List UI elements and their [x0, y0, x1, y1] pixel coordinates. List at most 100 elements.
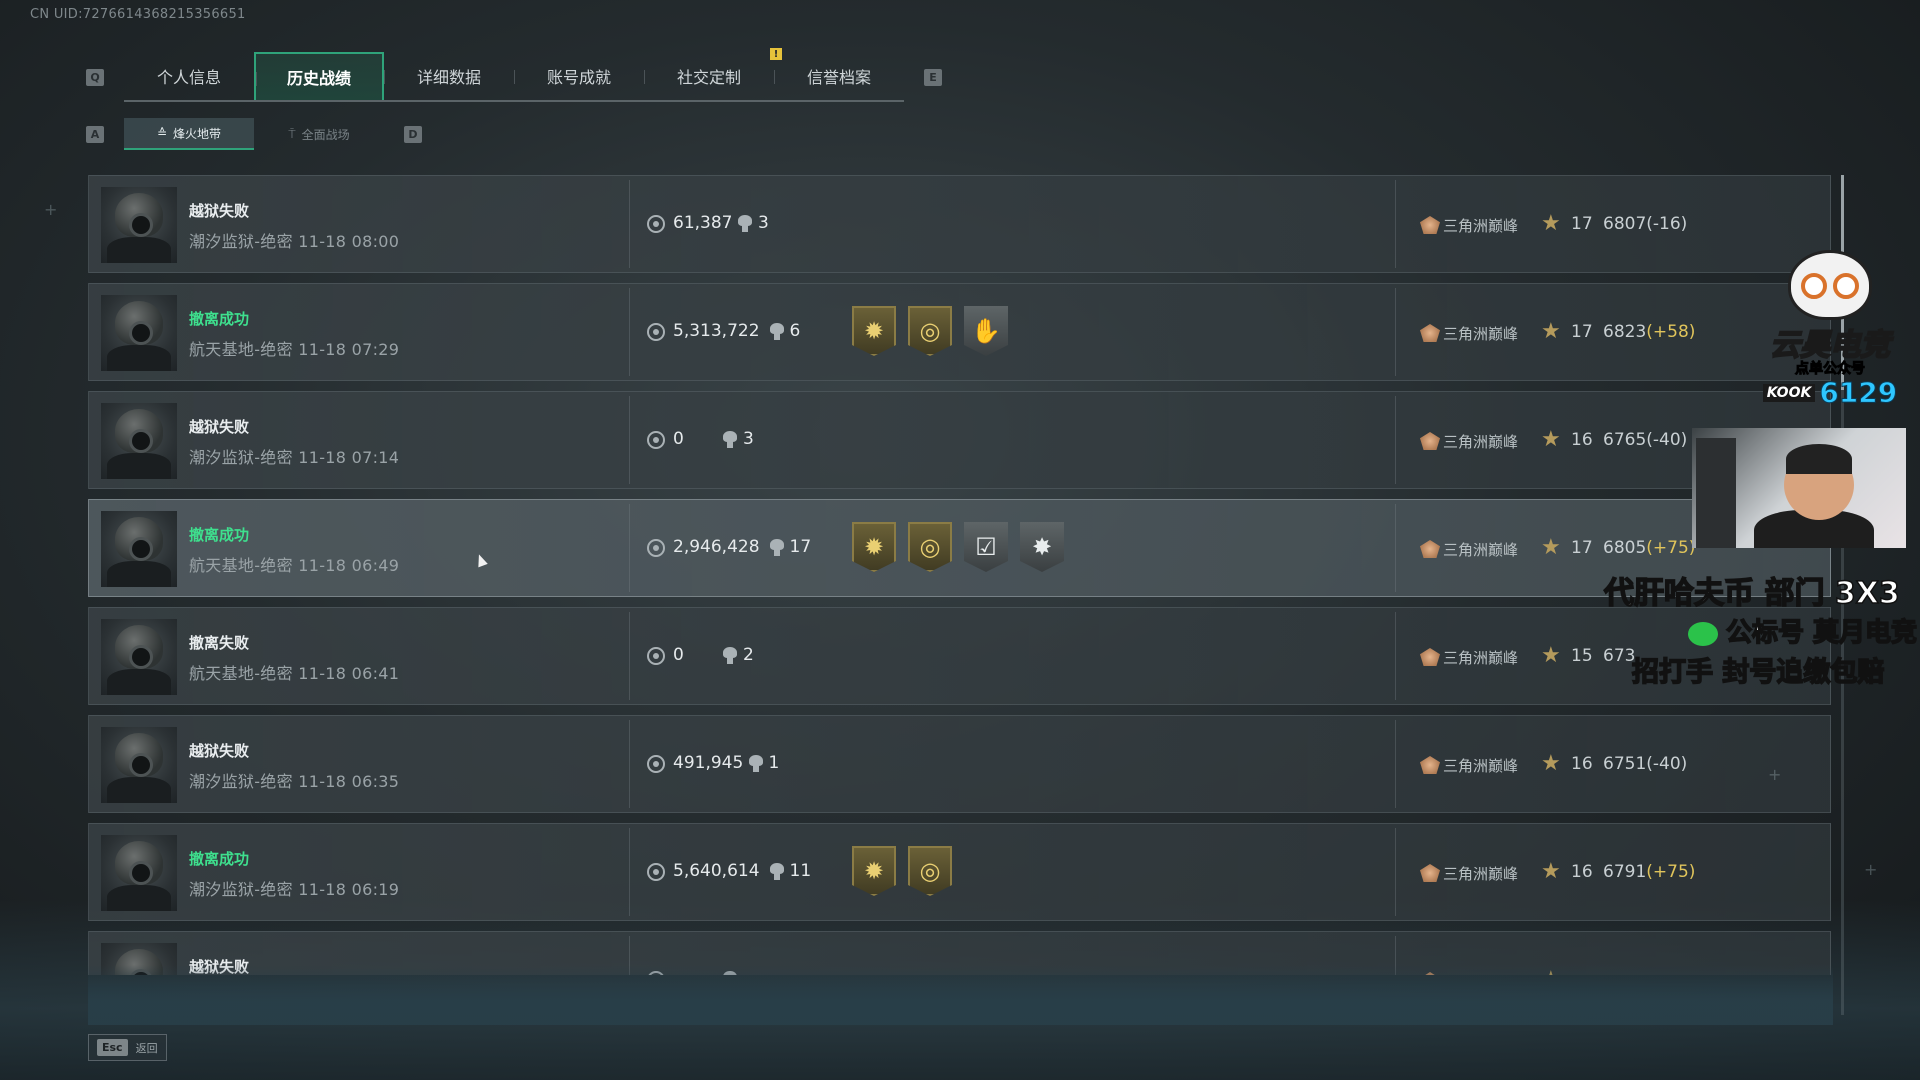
subtab-prev-key-hint[interactable]: A: [86, 125, 104, 143]
sun-emblem-icon[interactable]: ✹: [852, 306, 896, 356]
kook-label: KOOK: [1762, 383, 1816, 402]
match-row[interactable]: 撤离成功 潮汐监狱-绝密 11-18 06:19 5,640,614 11 ✹ ◎ 三角洲巅…: [88, 823, 1831, 921]
webcam-overlay: [1692, 428, 1906, 548]
back-label: 返回: [135, 1041, 158, 1055]
tab-prev-key-hint[interactable]: Q: [86, 68, 104, 86]
divider: [629, 504, 630, 592]
score-value: 6765: [1603, 430, 1647, 450]
sun-emblem-icon[interactable]: ✹: [852, 846, 896, 896]
overlay-ad-line-2: 公标号 莫月电竞: [1688, 612, 1918, 649]
battlefield-icon: ⍑: [288, 126, 296, 141]
medal-list: ✹ ◎ ✋: [852, 306, 1008, 356]
tab-label: 详细数据: [416, 68, 481, 87]
coin-emblem-icon[interactable]: ◎: [908, 846, 952, 896]
match-map-time: 航天基地-绝密 11-18 06:41: [189, 664, 400, 683]
rank-emblem-icon: [1420, 216, 1440, 234]
kook-number: 6129: [1819, 376, 1898, 410]
badge-glyph: ✹: [863, 317, 885, 345]
rank-level: 17: [1571, 214, 1593, 234]
divider: [1395, 612, 1396, 700]
rank-name: 三角洲巅峰: [1443, 433, 1519, 451]
score-value: 673: [1603, 646, 1636, 666]
match-row[interactable]: 越狱失败 潮汐监狱-绝密 11-18 08:00 61,387 3 三角洲巅峰 ★ 17 68…: [88, 175, 1831, 273]
divider: [1395, 828, 1396, 916]
rank-score: 6751(-40): [1603, 754, 1687, 774]
score-value: 6751: [1603, 754, 1647, 774]
wechat-icon: [1688, 621, 1718, 646]
tab-full-battlefield[interactable]: ⍑ 全面战场: [254, 118, 384, 150]
star-icon: ★: [1541, 319, 1561, 344]
match-kills: 3: [743, 429, 754, 449]
coin-icon: [647, 215, 665, 233]
decor-plus-icon: +: [1864, 860, 1878, 879]
match-row[interactable]: 撤离失败 航天基地-绝密 11-18 06:41 0 2 三角洲巅峰 ★ 15 673: [88, 607, 1831, 705]
match-money: 61,387: [673, 213, 733, 233]
checklist-emblem-icon[interactable]: ☑: [964, 522, 1008, 572]
divider: [1395, 396, 1396, 484]
match-map-time: 潮汐监狱-绝密 11-18 08:00: [189, 232, 400, 251]
rank-emblem-icon: [1420, 432, 1440, 450]
star-icon: ★: [1541, 211, 1561, 236]
tab-label: 社交定制: [676, 68, 741, 87]
rank-level: 16: [1571, 862, 1593, 882]
tab-label: 信誉档案: [806, 68, 871, 87]
match-kills: 6: [789, 321, 801, 341]
tab-match-history[interactable]: 历史战绩: [254, 52, 384, 100]
medal-list: ✹ ◎: [852, 846, 952, 896]
tab-social-custom[interactable]: 社交定制!: [644, 48, 782, 100]
badge-glyph: ◎: [919, 317, 941, 345]
tab-next-key-hint[interactable]: E: [924, 68, 942, 86]
sun-emblem-icon[interactable]: ✹: [852, 522, 896, 572]
flame-zone-icon: ≙: [156, 126, 168, 140]
rank-emblem-icon: [1420, 324, 1440, 342]
skull-icon: [738, 215, 752, 233]
tab-reputation[interactable]: 信誉档案: [774, 52, 904, 100]
rank-name: 三角洲巅峰: [1443, 325, 1519, 343]
divider: [629, 720, 630, 808]
list-bottom-fade: [88, 965, 1833, 1025]
operator-avatar: [101, 295, 177, 371]
divider: [629, 180, 630, 268]
match-result: 撤离成功: [189, 526, 250, 544]
skull-icon: [723, 431, 737, 449]
match-map-time: 航天基地-绝密 11-18 07:29: [189, 340, 400, 359]
divider: [629, 288, 630, 376]
score-delta: (+75): [1646, 538, 1696, 558]
coin-emblem-icon[interactable]: ◎: [908, 522, 952, 572]
rank-score: 6823(+58): [1603, 322, 1695, 342]
score-delta: (+75): [1646, 862, 1696, 882]
match-kills: 3: [758, 213, 769, 233]
tab-account-achievements[interactable]: 账号成就: [514, 52, 644, 100]
divider: [1395, 288, 1396, 376]
score-delta: (+58): [1646, 322, 1696, 342]
match-row[interactable]: 撤离成功 航天基地-绝密 11-18 06:49 2,946,428 17 ✹ ◎ ☑ ✸ 三角…: [88, 499, 1831, 597]
match-row[interactable]: 越狱失败 潮汐监狱-绝密 11-18 07:14 0 3 三角洲巅峰 ★ 16 6765(-4…: [88, 391, 1831, 489]
hand-emblem-icon[interactable]: ✋: [964, 306, 1008, 356]
user-uid: CN UID:7276614368215356651: [30, 7, 246, 22]
rank-level: 17: [1571, 538, 1593, 558]
match-kills: 2: [743, 645, 754, 665]
subtab-next-key-hint[interactable]: D: [404, 125, 422, 143]
tab-personal-info[interactable]: 个人信息: [124, 52, 254, 100]
match-result: 越狱失败: [189, 418, 250, 436]
tab-flame-zone[interactable]: ≙ 烽火地带: [124, 118, 254, 150]
match-map-time: 潮汐监狱-绝密 11-18 06:35: [189, 772, 400, 791]
match-result: 撤离失败: [189, 634, 250, 652]
decor-plus-icon: +: [1768, 765, 1782, 784]
score-delta: (-16): [1646, 214, 1688, 234]
tab-detailed-data[interactable]: 详细数据: [384, 52, 514, 100]
badge-glyph: ◎: [919, 533, 941, 561]
star-burst-emblem-icon[interactable]: ✸: [1020, 522, 1064, 572]
match-money: 2,946,428: [673, 537, 760, 557]
match-map-time: 航天基地-绝密 11-18 06:49: [189, 556, 400, 575]
skull-icon: [723, 647, 737, 665]
coin-icon: [647, 539, 665, 557]
main-tab-bar: Q 个人信息 历史战绩 详细数据 账号成就 社交定制! 信誉档案 E: [86, 48, 942, 102]
overlay-ad-line-3: 招打手 封号追缴包赔: [1631, 656, 1885, 689]
match-row[interactable]: 撤离成功 航天基地-绝密 11-18 07:29 5,313,722 6 ✹ ◎ ✋ 三角洲巅…: [88, 283, 1831, 381]
subtab-label: 烽火地带: [173, 126, 222, 141]
match-row[interactable]: 越狱失败 潮汐监狱-绝密 11-18 06:35 491,945 1 三角洲巅峰 ★ 16 6…: [88, 715, 1831, 813]
score-delta: (-40): [1646, 430, 1688, 450]
coin-emblem-icon[interactable]: ◎: [908, 306, 952, 356]
back-button[interactable]: Esc 返回: [88, 1034, 167, 1061]
